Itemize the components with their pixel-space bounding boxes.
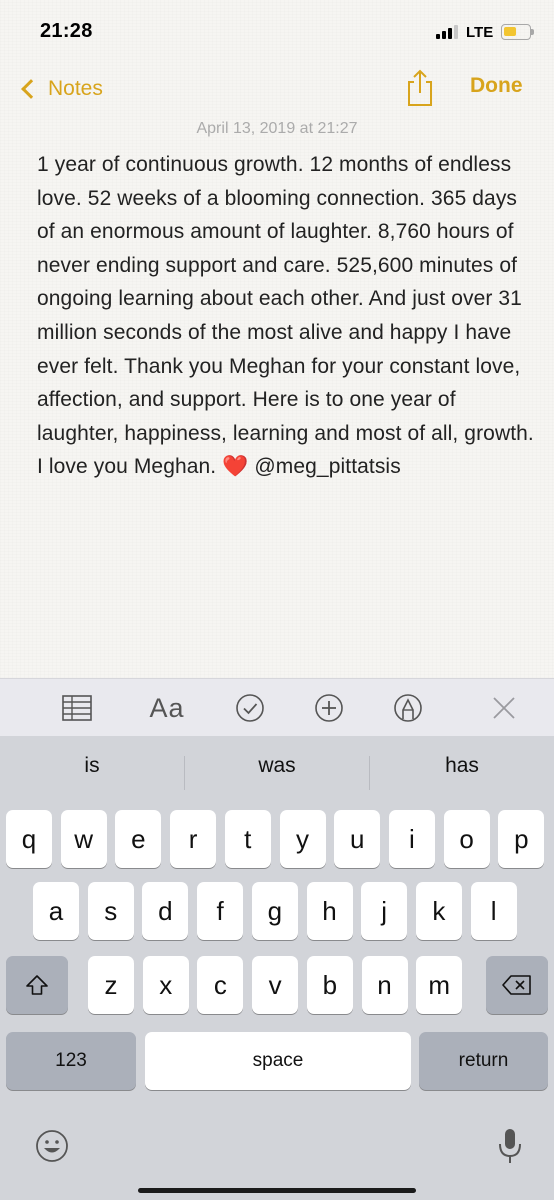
key-o[interactable]: o xyxy=(443,810,490,868)
text-format-button[interactable]: Aa xyxy=(143,691,191,725)
status-bar: 21:28 LTE xyxy=(0,0,554,64)
close-icon xyxy=(493,697,515,719)
key-t[interactable]: t xyxy=(224,810,271,868)
key-n[interactable]: n xyxy=(361,956,408,1014)
table-button[interactable] xyxy=(60,691,94,725)
backspace-icon xyxy=(502,975,531,995)
table-icon xyxy=(62,695,92,721)
space-key[interactable]: space xyxy=(145,1032,411,1090)
shift-key[interactable] xyxy=(6,956,68,1014)
key-p[interactable]: p xyxy=(498,810,545,868)
key-f[interactable]: f xyxy=(197,882,244,940)
formatting-toolbar: Aa xyxy=(0,678,554,736)
key-w[interactable]: w xyxy=(60,810,107,868)
checklist-button[interactable] xyxy=(234,691,266,725)
key-u[interactable]: u xyxy=(334,810,381,868)
key-i[interactable]: i xyxy=(388,810,435,868)
close-toolbar-button[interactable] xyxy=(490,691,518,725)
key-k[interactable]: k xyxy=(415,882,462,940)
key-g[interactable]: g xyxy=(251,882,298,940)
note-text-editor[interactable]: 1 year of continuous growth. 12 months o… xyxy=(37,148,537,484)
key-h[interactable]: h xyxy=(306,882,353,940)
prediction-3[interactable]: has xyxy=(370,754,554,778)
network-type: LTE xyxy=(466,24,494,41)
keyboard: is was has qwertyuiop asdfghjkl zxcvbnm 12… xyxy=(0,736,554,1200)
prediction-1[interactable]: is xyxy=(0,754,184,778)
add-button[interactable] xyxy=(313,691,345,725)
key-b[interactable]: b xyxy=(306,956,353,1014)
chevron-left-icon xyxy=(21,79,41,99)
return-key[interactable]: return xyxy=(419,1032,548,1090)
markup-button[interactable] xyxy=(392,691,424,725)
key-r[interactable]: r xyxy=(170,810,217,868)
dictation-button[interactable] xyxy=(496,1126,524,1166)
key-a[interactable]: a xyxy=(33,882,79,940)
key-y[interactable]: y xyxy=(279,810,326,868)
navigation-bar: Notes Done xyxy=(0,64,554,114)
share-button[interactable] xyxy=(404,68,436,108)
prediction-2[interactable]: was xyxy=(185,754,369,778)
microphone-icon xyxy=(499,1129,521,1163)
key-x[interactable]: x xyxy=(142,956,189,1014)
signal-strength-icon xyxy=(436,25,462,39)
key-v[interactable]: v xyxy=(252,956,299,1014)
key-s[interactable]: s xyxy=(87,882,134,940)
back-button[interactable]: Notes xyxy=(18,72,103,106)
battery-icon xyxy=(501,24,534,40)
done-button[interactable]: Done xyxy=(470,74,523,98)
checklist-icon xyxy=(236,694,264,722)
note-timestamp: April 13, 2019 at 21:27 xyxy=(196,120,358,137)
key-l[interactable]: l xyxy=(470,882,517,940)
key-z[interactable]: z xyxy=(88,956,134,1014)
key-e[interactable]: e xyxy=(115,810,162,868)
home-indicator xyxy=(138,1188,416,1193)
emoji-button[interactable] xyxy=(34,1128,70,1164)
key-m[interactable]: m xyxy=(416,956,463,1014)
predictive-text-bar: is was has xyxy=(0,736,554,810)
shift-icon xyxy=(26,975,48,995)
markup-pen-icon xyxy=(394,694,422,722)
numbers-key[interactable]: 123 xyxy=(6,1032,136,1090)
key-c[interactable]: c xyxy=(197,956,244,1014)
emoji-icon xyxy=(36,1130,68,1162)
plus-circle-icon xyxy=(315,694,343,722)
key-q[interactable]: q xyxy=(6,810,52,868)
delete-key[interactable] xyxy=(486,956,548,1014)
key-j[interactable]: j xyxy=(361,882,408,940)
back-button-label: Notes xyxy=(48,77,103,100)
share-icon xyxy=(408,69,432,106)
key-d[interactable]: d xyxy=(142,882,189,940)
status-time: 21:28 xyxy=(40,20,93,42)
